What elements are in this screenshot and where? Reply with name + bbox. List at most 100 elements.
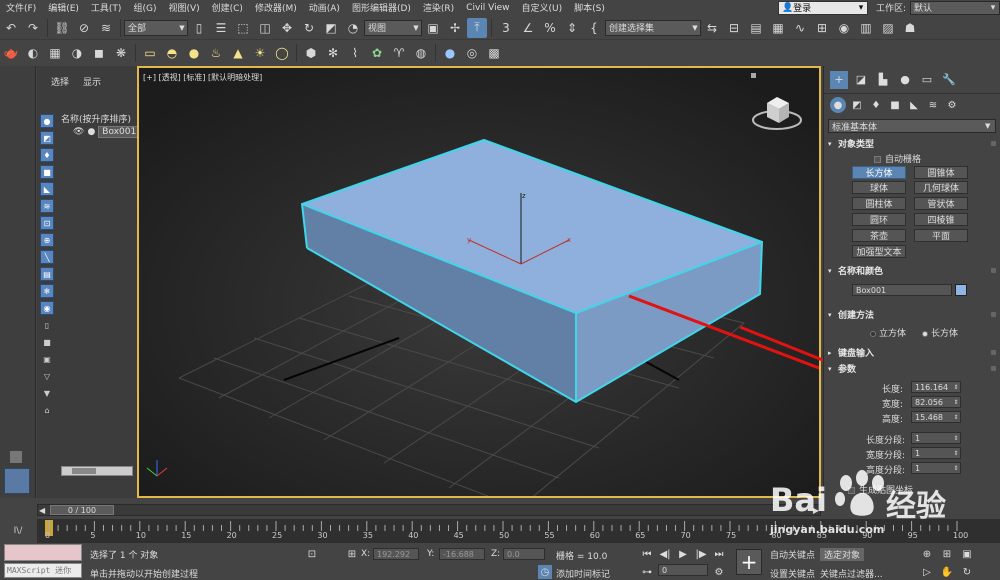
checkbox-box[interactable] [874, 156, 881, 163]
current-frame-field[interactable]: 0 [658, 564, 708, 576]
omni-icon[interactable]: ♨ [206, 43, 226, 63]
geometry-filter-icon[interactable]: ● [40, 114, 54, 128]
scene-icon[interactable]: ▦ [45, 43, 65, 63]
menu-create[interactable]: 创建(C) [206, 1, 249, 14]
layer-explorer-icon[interactable]: ▤ [746, 18, 766, 38]
angle-snap-icon[interactable]: ∠ [518, 18, 538, 38]
light-filter-icon[interactable]: ♦ [40, 148, 54, 162]
rect-selection-icon[interactable]: ⬚ [233, 18, 253, 38]
key-filters-button[interactable]: 关键点过滤器... [820, 567, 883, 580]
spinner-arrows-icon[interactable]: ⇕ [952, 435, 960, 442]
fov-icon[interactable]: ▷ [920, 565, 934, 579]
toggle-ribbon-icon[interactable]: ▦ [768, 18, 788, 38]
select-manipulate-icon[interactable]: ⤒ [467, 17, 487, 38]
orbit-icon[interactable]: ↻ [960, 565, 974, 579]
unlink-icon[interactable]: ⊘ [74, 18, 94, 38]
shapes-icon[interactable]: ◩ [849, 97, 865, 113]
undo-icon[interactable]: ↶ [1, 18, 21, 38]
radio-dot[interactable] [870, 330, 876, 337]
menu-modifiers[interactable]: 修改器(M) [249, 1, 303, 14]
display-tab-icon[interactable]: ▭ [918, 71, 936, 89]
redo-icon[interactable]: ↷ [23, 18, 43, 38]
fur-icon[interactable]: ⌇ [345, 43, 365, 63]
rollout-object-type[interactable]: ▾ 对象类型 [828, 137, 996, 150]
teapot-button[interactable]: 茶壶 [852, 229, 906, 242]
geometry-icon[interactable]: ● [830, 97, 846, 113]
spinner-arrows-icon[interactable]: ⇕ [952, 450, 960, 457]
radio-box[interactable]: 长方体 [922, 326, 958, 339]
box-button[interactable]: 长方体 [852, 166, 906, 179]
key-mode-icon[interactable]: ⊶ [640, 565, 654, 579]
menu-customize[interactable]: 自定义(U) [516, 1, 569, 14]
selected-object-dropdown[interactable]: 选定对象 [820, 548, 865, 561]
material-sphere-icon[interactable]: ● [440, 43, 460, 63]
select-scale-icon[interactable]: ◩ [321, 18, 341, 38]
funnel-icon[interactable]: ▽ [40, 369, 54, 383]
time-slider-thumb[interactable]: 0 / 100 [50, 505, 114, 515]
group-filter-icon[interactable]: ⊡ [40, 216, 54, 230]
particle-filter-icon[interactable]: ❄ [40, 284, 54, 298]
y-coord-field[interactable]: -16.688 [439, 548, 485, 560]
viewport-layout-button[interactable] [4, 468, 30, 494]
file-icon[interactable]: ▣ [40, 352, 54, 366]
rollout-keyboard-entry[interactable]: ▸ 键盘输入 [828, 346, 996, 359]
document-icon[interactable]: ▯ [40, 318, 54, 332]
eye-icon[interactable]: 👁 [73, 127, 84, 137]
camera-filter-icon[interactable]: ■ [40, 165, 54, 179]
rollout-name-color[interactable]: ▾ 名称和颜色 [828, 264, 996, 277]
explorer-scrollbar[interactable] [61, 466, 133, 476]
link-icon[interactable]: ⛓ [52, 18, 72, 38]
balls-icon[interactable]: ◎ [462, 43, 482, 63]
reference-coordinate-dropdown[interactable]: 视图 ▼ [364, 19, 422, 36]
align-icon[interactable]: ⊟ [724, 18, 744, 38]
spinner-arrows-icon[interactable]: ⇕ [952, 414, 960, 421]
height-segs-spinner[interactable]: 1 ⇕ [911, 462, 961, 474]
atom-icon[interactable]: ✻ [323, 43, 343, 63]
shape-filter-icon[interactable]: ◩ [40, 131, 54, 145]
spinner-arrows-icon[interactable]: ⇕ [952, 384, 960, 391]
isolate-selection-icon[interactable]: ⊡ [305, 547, 319, 561]
zoom-extents-icon[interactable]: ▣ [960, 547, 974, 561]
zoom-all-icon[interactable]: ⊞ [940, 547, 954, 561]
motion-tab-icon[interactable]: ● [896, 71, 914, 89]
gradient-icon[interactable]: ▩ [484, 43, 504, 63]
radio-cube[interactable]: 立方体 [870, 326, 906, 339]
length-segs-spinner[interactable]: 1 ⇕ [911, 432, 961, 444]
xref-filter-icon[interactable]: ⊕ [40, 233, 54, 247]
menu-graph-editors[interactable]: 图形编辑器(D) [346, 1, 417, 14]
menu-views[interactable]: 视图(V) [162, 1, 205, 14]
render-last-icon[interactable]: ◑ [67, 43, 87, 63]
container-filter-icon[interactable]: ▤ [40, 267, 54, 281]
schematic-view-icon[interactable]: ⊞ [812, 18, 832, 38]
length-spinner[interactable]: 116.164 ⇕ [911, 381, 961, 393]
menu-animation[interactable]: 动画(A) [303, 1, 346, 14]
render-dot-icon[interactable]: ● [87, 127, 95, 137]
sphere-light-icon[interactable]: ◯ [272, 43, 292, 63]
explorer-row-box001[interactable]: 👁 ● Box001 [73, 126, 141, 138]
x-coord-field[interactable]: 192.292 [373, 548, 419, 560]
square-icon[interactable]: ■ [40, 335, 54, 349]
pyramid-button[interactable]: 四棱锥 [914, 213, 968, 226]
curve-editor-mini-icon[interactable]: I\/ [5, 522, 31, 540]
select-rotate-icon[interactable]: ↻ [299, 18, 319, 38]
pan-icon[interactable]: ✋ [940, 565, 954, 579]
explorer-column-header[interactable]: 名称(按升序排序) [61, 112, 131, 125]
strip-small-icon[interactable] [10, 451, 22, 463]
helper-filter-icon[interactable]: ◣ [40, 182, 54, 196]
lights-icon[interactable]: ♦ [868, 97, 884, 113]
named-selection-dropdown[interactable]: 创建选择集 ▼ [605, 19, 701, 36]
scrollbar-thumb[interactable] [72, 468, 96, 474]
plane-icon[interactable]: ▭ [140, 43, 160, 63]
visibility-filter-icon[interactable]: ◉ [40, 301, 54, 315]
cylinder-button[interactable]: 圆柱体 [852, 197, 906, 210]
spinner-snap-icon[interactable]: ⇕ [562, 18, 582, 38]
autogrid-checkbox[interactable]: 自动栅格 [874, 152, 921, 165]
menu-scripting[interactable]: 脚本(S) [568, 1, 611, 14]
goto-end-icon[interactable]: ⏭ [712, 547, 726, 561]
select-move-icon[interactable]: ✥ [277, 18, 297, 38]
auto-key-button[interactable]: 自动关键点 [770, 548, 815, 561]
height-spinner[interactable]: 15.468 ⇕ [911, 411, 961, 423]
prev-frame-icon[interactable]: ◀ [39, 506, 45, 515]
sun-icon[interactable]: ☀ [250, 43, 270, 63]
hf-icon[interactable]: ♈ [389, 43, 409, 63]
